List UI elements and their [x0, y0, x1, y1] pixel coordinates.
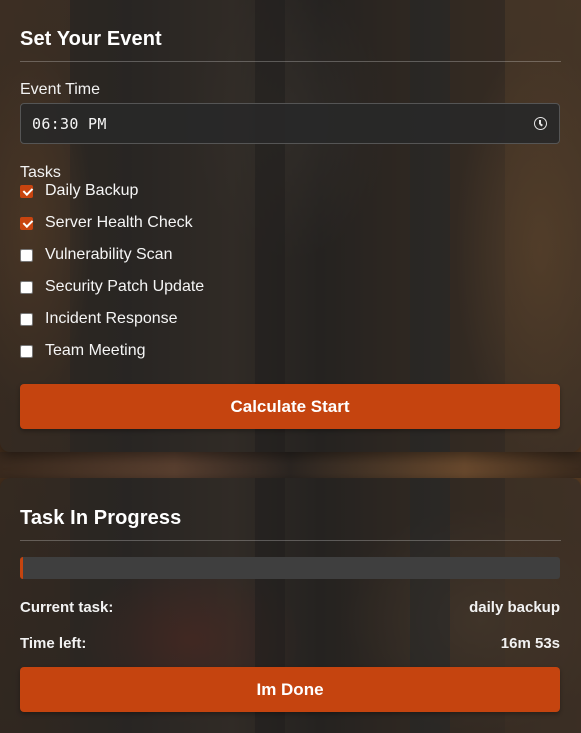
task-checkbox[interactable] [20, 184, 33, 198]
task-checkbox[interactable] [20, 344, 33, 358]
task-item-vulnerability-scan[interactable]: Vulnerability Scan [20, 239, 561, 271]
task-progress-fill [20, 557, 23, 579]
task-list: Daily Backup Server Health Check Vulnera… [20, 175, 561, 367]
time-left-label: Time left: [20, 635, 87, 652]
progress-panel-title: Task In Progress [20, 478, 561, 541]
task-label: Team Meeting [45, 342, 146, 359]
im-done-button[interactable]: Im Done [20, 667, 560, 712]
task-label: Security Patch Update [45, 278, 205, 295]
task-item-server-health-check[interactable]: Server Health Check [20, 207, 561, 239]
task-label: Incident Response [45, 310, 178, 327]
task-label: Vulnerability Scan [45, 246, 173, 263]
calculate-start-button[interactable]: Calculate Start [20, 384, 560, 429]
event-time-value: 06:30 PM [32, 114, 107, 133]
task-checkbox[interactable] [20, 216, 33, 230]
event-panel: Set Your Event Event Time 06:30 PM Tasks… [0, 0, 581, 452]
current-task-row: Current task: daily backup [20, 599, 560, 616]
current-task-label: Current task: [20, 599, 114, 616]
task-item-daily-backup[interactable]: Daily Backup [20, 175, 561, 207]
task-progress-bar [20, 557, 560, 579]
task-label: Server Health Check [45, 214, 193, 231]
event-time-input[interactable]: 06:30 PM [20, 103, 560, 144]
task-checkbox[interactable] [20, 248, 33, 262]
task-item-team-meeting[interactable]: Team Meeting [20, 335, 561, 367]
task-item-incident-response[interactable]: Incident Response [20, 303, 561, 335]
event-panel-title: Set Your Event [20, 0, 561, 62]
task-item-security-patch-update[interactable]: Security Patch Update [20, 271, 561, 303]
current-task-value: daily backup [469, 599, 560, 616]
clock-icon[interactable] [534, 117, 547, 130]
task-label: Daily Backup [45, 182, 139, 199]
progress-panel: Task In Progress Current task: daily bac… [0, 478, 581, 733]
task-checkbox[interactable] [20, 312, 33, 326]
event-time-label: Event Time [20, 81, 101, 98]
time-left-value: 16m 53s [500, 635, 560, 652]
time-left-row: Time left: 16m 53s [20, 635, 560, 652]
task-checkbox[interactable] [20, 280, 33, 294]
